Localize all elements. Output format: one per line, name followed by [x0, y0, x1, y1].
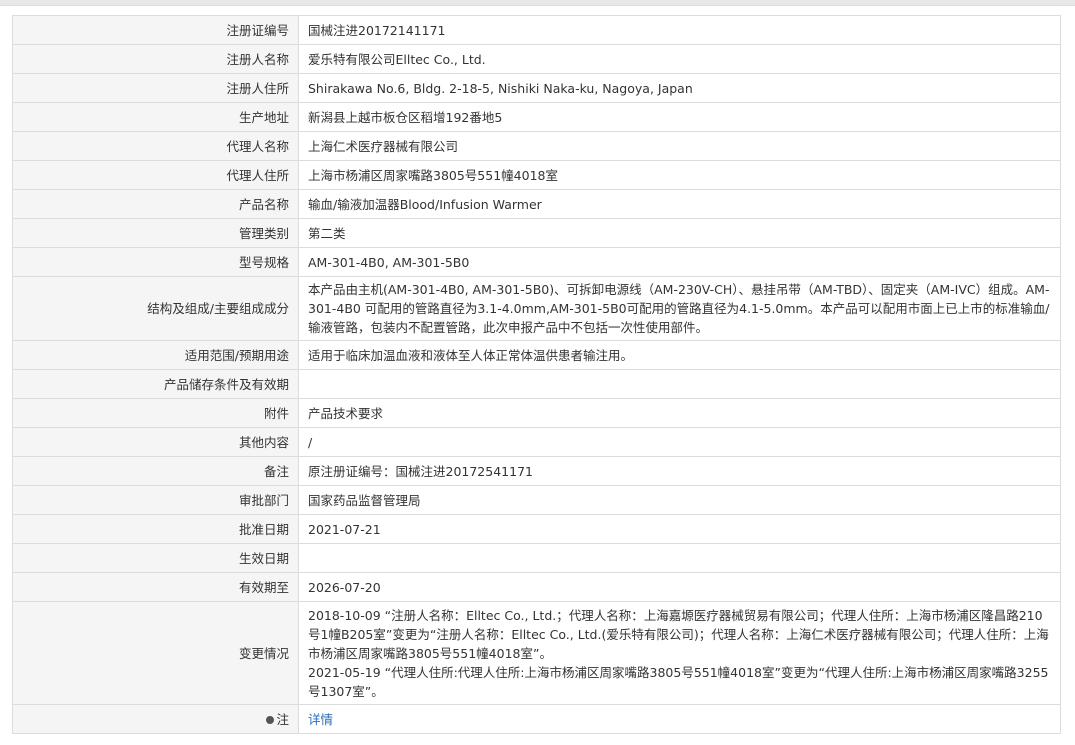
value-agent-address: 上海市杨浦区周家嘴路3805号551幢4018室 — [298, 160, 1061, 190]
value-agent-name: 上海仁术医疗器械有限公司 — [298, 131, 1061, 161]
label-approval-department: 审批部门 — [12, 485, 299, 515]
label-remarks: 备注 — [12, 456, 299, 486]
value-valid-until: 2026-07-20 — [298, 572, 1061, 602]
row-management-category: 管理类别 第二类 — [12, 218, 1061, 248]
value-structure-composition: 本产品由主机(AM-301-4B0, AM-301-5B0)、可拆卸电源线（AM… — [298, 276, 1061, 341]
label-change-history: 变更情况 — [12, 601, 299, 705]
row-product-name: 产品名称 输血/输液加温器Blood/Infusion Warmer — [12, 189, 1061, 219]
label-other-content: 其他内容 — [12, 427, 299, 457]
value-management-category: 第二类 — [298, 218, 1061, 248]
row-approval-date: 批准日期 2021-07-21 — [12, 514, 1061, 544]
row-note: 注 详情 — [12, 704, 1061, 734]
row-registration-number: 注册证编号 国械注进20172141171 — [12, 15, 1061, 45]
value-other-content: / — [298, 427, 1061, 457]
value-approval-date: 2021-07-21 — [298, 514, 1061, 544]
row-storage-validity: 产品储存条件及有效期 — [12, 369, 1061, 399]
label-effective-date: 生效日期 — [12, 543, 299, 573]
label-product-name: 产品名称 — [12, 189, 299, 219]
value-product-name: 输血/输液加温器Blood/Infusion Warmer — [298, 189, 1061, 219]
row-intended-use: 适用范围/预期用途 适用于临床加温血液和液体至人体正常体温供患者输注用。 — [12, 340, 1061, 370]
value-registrant-name: 爱乐特有限公司Elltec Co., Ltd. — [298, 44, 1061, 74]
label-production-address: 生产地址 — [12, 102, 299, 132]
row-model-spec: 型号规格 AM-301-4B0, AM-301-5B0 — [12, 247, 1061, 277]
value-approval-department: 国家药品监督管理局 — [298, 485, 1061, 515]
label-agent-address: 代理人住所 — [12, 160, 299, 190]
value-model-spec: AM-301-4B0, AM-301-5B0 — [298, 247, 1061, 277]
change-entry-2018: 2018-10-09 “注册人名称：Elltec Co., Ltd.；代理人名称… — [308, 607, 1049, 661]
label-note: 注 — [12, 704, 299, 734]
value-attachment: 产品技术要求 — [298, 398, 1061, 428]
value-remarks: 原注册证编号：国械注进20172541171 — [298, 456, 1061, 486]
row-approval-department: 审批部门 国家药品监督管理局 — [12, 485, 1061, 515]
details-link[interactable]: 详情 — [308, 712, 333, 727]
pin-icon — [266, 715, 275, 724]
note-label-text: 注 — [276, 711, 289, 727]
label-registration-number: 注册证编号 — [12, 15, 299, 45]
value-change-history: 2018-10-09 “注册人名称：Elltec Co., Ltd.；代理人名称… — [298, 601, 1061, 705]
value-effective-date — [298, 543, 1061, 573]
row-remarks: 备注 原注册证编号：国械注进20172541171 — [12, 456, 1061, 486]
row-structure-composition: 结构及组成/主要组成成分 本产品由主机(AM-301-4B0, AM-301-5… — [12, 276, 1061, 341]
label-registrant-name: 注册人名称 — [12, 44, 299, 74]
row-valid-until: 有效期至 2026-07-20 — [12, 572, 1061, 602]
row-registrant-name: 注册人名称 爱乐特有限公司Elltec Co., Ltd. — [12, 44, 1061, 74]
label-intended-use: 适用范围/预期用途 — [12, 340, 299, 370]
row-other-content: 其他内容 / — [12, 427, 1061, 457]
value-intended-use: 适用于临床加温血液和液体至人体正常体温供患者输注用。 — [298, 340, 1061, 370]
label-storage-validity: 产品储存条件及有效期 — [12, 369, 299, 399]
label-agent-name: 代理人名称 — [12, 131, 299, 161]
value-production-address: 新潟县上越市板仓区稻增192番地5 — [298, 102, 1061, 132]
top-bar — [0, 0, 1075, 6]
label-valid-until: 有效期至 — [12, 572, 299, 602]
registration-info-panel: 注册证编号 国械注进20172141171 注册人名称 爱乐特有限公司Ellte… — [12, 15, 1061, 734]
row-production-address: 生产地址 新潟县上越市板仓区稻增192番地5 — [12, 102, 1061, 132]
row-agent-name: 代理人名称 上海仁术医疗器械有限公司 — [12, 131, 1061, 161]
label-attachment: 附件 — [12, 398, 299, 428]
value-registration-number: 国械注进20172141171 — [298, 15, 1061, 45]
value-note: 详情 — [298, 704, 1061, 734]
row-agent-address: 代理人住所 上海市杨浦区周家嘴路3805号551幢4018室 — [12, 160, 1061, 190]
label-management-category: 管理类别 — [12, 218, 299, 248]
label-registrant-address: 注册人住所 — [12, 73, 299, 103]
row-attachment: 附件 产品技术要求 — [12, 398, 1061, 428]
label-approval-date: 批准日期 — [12, 514, 299, 544]
row-change-history: 变更情况 2018-10-09 “注册人名称：Elltec Co., Ltd.；… — [12, 601, 1061, 705]
registration-info-table: 注册证编号 国械注进20172141171 注册人名称 爱乐特有限公司Ellte… — [12, 15, 1061, 734]
row-effective-date: 生效日期 — [12, 543, 1061, 573]
value-storage-validity — [298, 369, 1061, 399]
label-structure-composition: 结构及组成/主要组成成分 — [12, 276, 299, 341]
label-model-spec: 型号规格 — [12, 247, 299, 277]
row-registrant-address: 注册人住所 Shirakawa No.6, Bldg. 2-18-5, Nish… — [12, 73, 1061, 103]
change-entry-2021: 2021-05-19 “代理人住所:代理人住所:上海市杨浦区周家嘴路3805号5… — [308, 664, 1049, 699]
value-registrant-address: Shirakawa No.6, Bldg. 2-18-5, Nishiki Na… — [298, 73, 1061, 103]
